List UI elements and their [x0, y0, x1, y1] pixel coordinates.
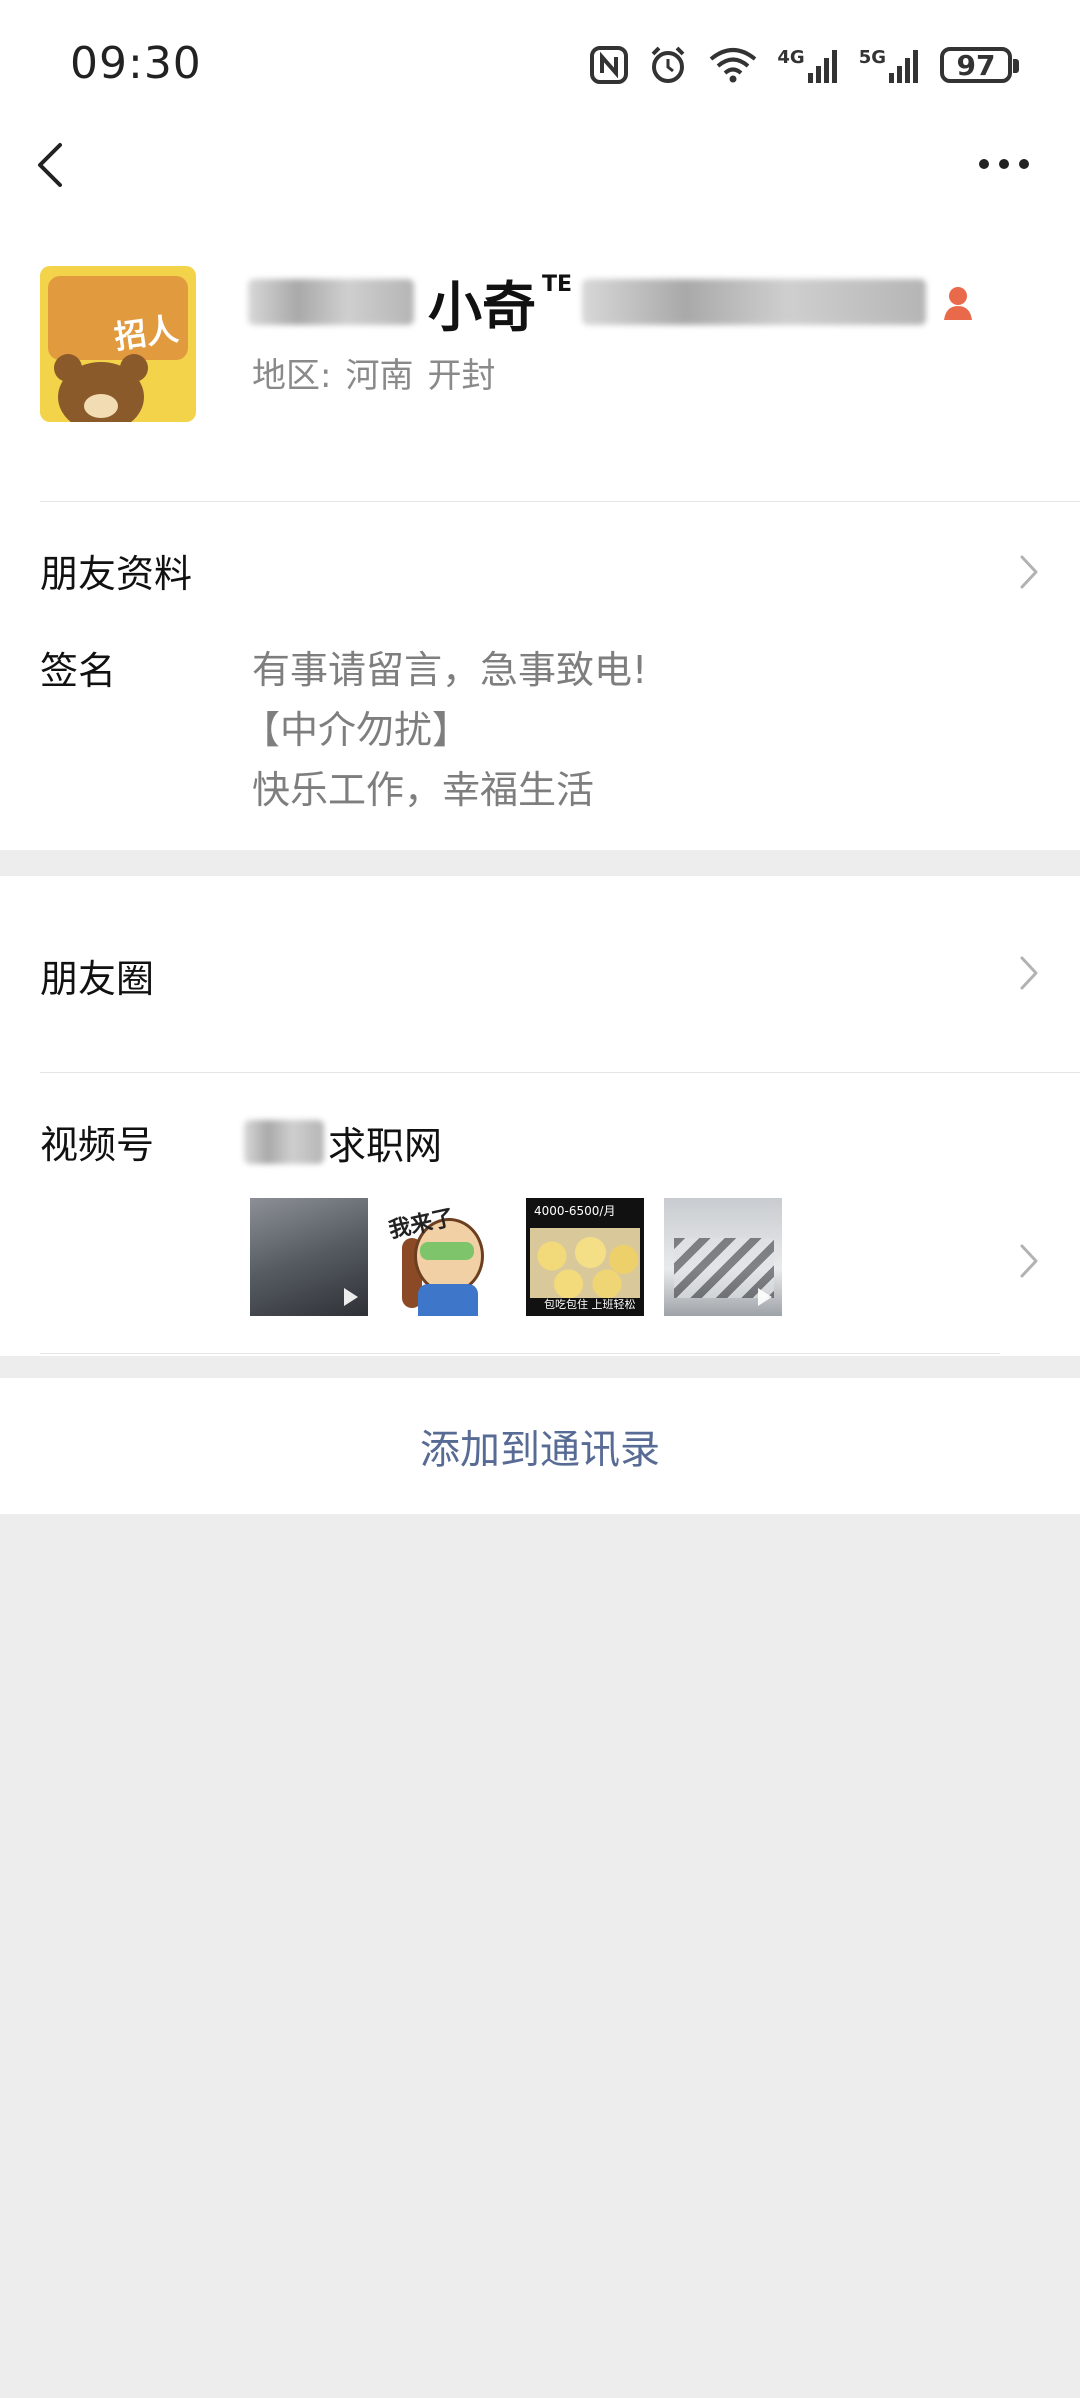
- signature-text: 有事请留言，急事致电! 【中介勿扰】 快乐工作，幸福生活: [242, 640, 648, 820]
- avatar-board-text: 招人: [111, 309, 181, 357]
- profile-name-row: 小奇 TE: [248, 262, 978, 342]
- battery-indicator: 97: [940, 47, 1019, 83]
- signal-bars-icon: [807, 50, 837, 83]
- video-thumbnail[interactable]: [664, 1198, 782, 1316]
- region-province: 河南: [345, 356, 414, 396]
- profile-name: 小奇: [428, 275, 536, 339]
- moments-row[interactable]: 朋友圈: [0, 876, 1080, 1072]
- wifi-icon: [710, 48, 757, 83]
- network-5g-label: 5G: [858, 47, 886, 68]
- chevron-left-icon[interactable]: [30, 140, 70, 190]
- channel-thumbnails: 我来了 4000-6500/月 包吃包住 上班轻松: [250, 1198, 782, 1316]
- thumb-caption: 包吃包住 上班轻松: [544, 1298, 636, 1311]
- chevron-right-icon: [1020, 555, 1038, 589]
- play-icon: [758, 1288, 772, 1306]
- thumb-caption: 4000-6500/月: [534, 1204, 616, 1218]
- battery-level: 97: [956, 48, 996, 82]
- signature-line: 【中介勿扰】: [242, 708, 471, 752]
- region-city: 开封: [427, 356, 496, 396]
- divider: [40, 1353, 1000, 1354]
- channel-name: 求职网: [244, 1112, 442, 1172]
- status-bar: 09:30 4G 5G 97: [0, 0, 1080, 130]
- avatar-bear-muzzle: [84, 394, 118, 418]
- chevron-right-icon: [1020, 1244, 1038, 1278]
- thumb-chicks: [530, 1228, 640, 1298]
- female-icon: [944, 287, 973, 320]
- friend-info-row[interactable]: 朋友资料: [0, 503, 1080, 639]
- redacted-name-prefix: [248, 279, 414, 325]
- divider: [40, 1072, 1080, 1073]
- video-thumbnail[interactable]: 我来了: [388, 1198, 506, 1316]
- add-to-contacts-button[interactable]: 添加到通讯录: [0, 1378, 1080, 1514]
- signature-label: 签名: [40, 649, 117, 693]
- signature-line: 快乐工作，幸福生活: [252, 768, 595, 812]
- friend-info-label: 朋友资料: [40, 552, 193, 596]
- video-thumbnail[interactable]: [250, 1198, 368, 1316]
- status-icons: 4G 5G 97: [589, 40, 1019, 90]
- divider: [40, 501, 1080, 502]
- status-time: 09:30: [70, 38, 202, 89]
- signature-line: 有事请留言，急事致电!: [252, 648, 648, 692]
- chevron-right-icon: [1020, 956, 1038, 990]
- region-label: 地区:: [252, 356, 332, 396]
- avatar[interactable]: 招人: [40, 266, 196, 422]
- moments-label: 朋友圈: [40, 957, 155, 1001]
- nfc-icon: [590, 46, 629, 84]
- play-icon: [344, 1288, 358, 1306]
- thumb-figure-glasses: [420, 1242, 474, 1260]
- signal-4g: 4G: [777, 47, 840, 83]
- signal-5g: 5G: [859, 47, 922, 83]
- thumb-figure-body: [418, 1284, 478, 1316]
- channel-name-text: 求职网: [328, 1123, 443, 1168]
- video-thumbnail[interactable]: 4000-6500/月 包吃包住 上班轻松: [526, 1198, 644, 1316]
- channels-label: 视频号: [40, 1123, 155, 1167]
- signal-bars-icon: [889, 50, 918, 83]
- alarm-icon: [651, 46, 685, 83]
- redacted-name-suffix: [582, 279, 927, 325]
- redacted-channel-prefix: [244, 1120, 324, 1164]
- profile-name-superscript: TE: [542, 272, 573, 297]
- more-horizontal-icon[interactable]: [976, 152, 1032, 176]
- profile-region: 地区: 河南 开封: [252, 348, 509, 397]
- contact-profile-page: 09:30 4G 5G 97 招人 小奇 TE 地区: 河南 开封 朋友资料 签…: [0, 0, 1080, 2398]
- network-4g-label: 4G: [777, 47, 805, 68]
